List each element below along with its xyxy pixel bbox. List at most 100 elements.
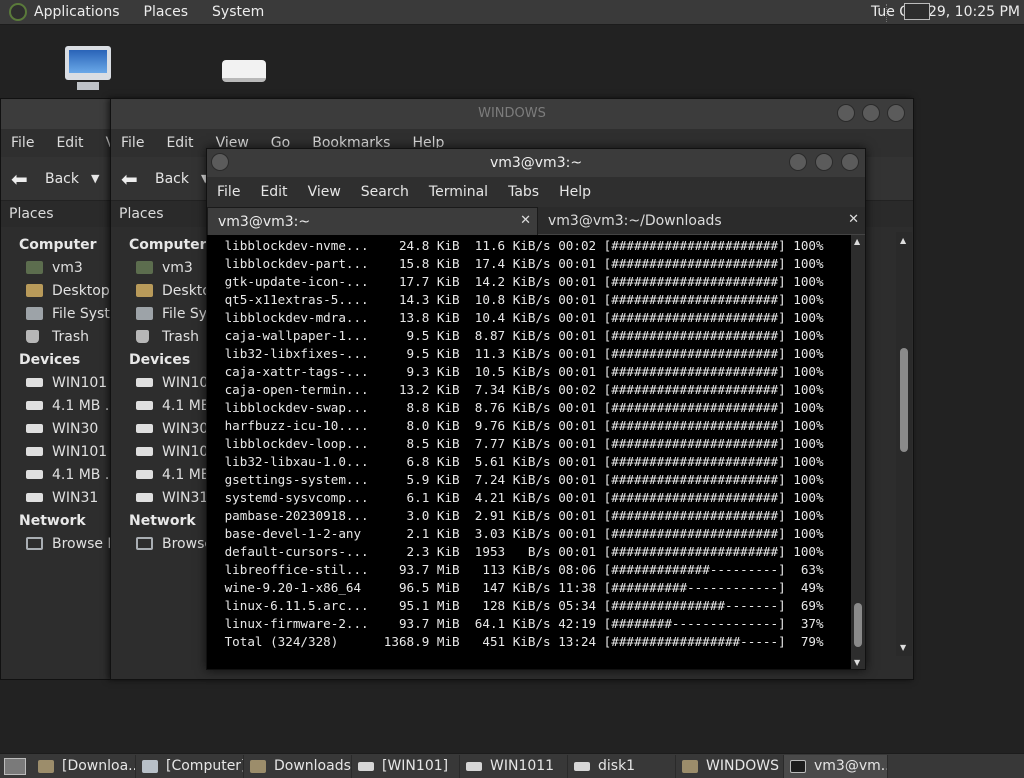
back-button[interactable]: Back <box>45 171 79 187</box>
menu-file[interactable]: File <box>121 135 144 151</box>
menu-search[interactable]: Search <box>361 184 409 200</box>
taskbar-button[interactable]: [Downloa... <box>32 754 136 778</box>
tab-downloads[interactable]: vm3@vm3:~/Downloads ✕ <box>538 207 865 235</box>
menu-edit[interactable]: Edit <box>166 135 193 151</box>
sidebar-item-label: Trash <box>52 328 89 345</box>
taskbar-button[interactable]: WIN1011 <box>460 754 568 778</box>
window-titlebar[interactable] <box>1 99 119 129</box>
menu-view[interactable]: View <box>308 184 341 200</box>
scroll-down-icon[interactable]: ▼ <box>900 643 906 652</box>
sidebar-item-device[interactable]: 4.1 MB ... <box>1 394 119 417</box>
show-desktop-button[interactable] <box>4 757 26 775</box>
sidebar-heading-computer: Computer <box>19 237 97 253</box>
taskbar-button[interactable]: WINDOWS <box>676 754 784 778</box>
drive-desktop-icon[interactable] <box>222 60 266 82</box>
sidebar-item-device[interactable]: WIN31 <box>1 486 119 509</box>
scroll-up-icon[interactable]: ▲ <box>900 236 906 245</box>
back-arrow-icon[interactable]: ⬅ <box>121 167 143 191</box>
taskbar-button-label: [WIN101] <box>382 758 449 774</box>
top-panel: Applications Places System Tue Oct 29, 1… <box>0 0 1024 25</box>
sidebar-item-device[interactable]: WIN101 <box>1 440 119 463</box>
menu-help[interactable]: Help <box>559 184 591 200</box>
terminal-line: qt5-x11extras-5.... 14.3 KiB 10.8 KiB/s … <box>217 292 824 307</box>
terminal-icon <box>790 759 806 773</box>
sidebar-item-trash[interactable]: Trash <box>1 325 119 348</box>
taskbar-button[interactable]: [WIN101] <box>352 754 460 778</box>
window-titlebar[interactable]: WINDOWS <box>111 99 913 129</box>
taskbar-button[interactable]: [Computer] <box>136 754 244 778</box>
terminal-line: libblockdev-swap... 8.8 KiB 8.76 KiB/s 0… <box>217 400 824 415</box>
menu-edit[interactable]: Edit <box>56 135 83 151</box>
menubar: File Edit Vi <box>1 129 119 157</box>
terminal-line: pambase-20230918... 3.0 KiB 2.91 KiB/s 0… <box>217 508 824 523</box>
taskbar-button[interactable]: vm3@vm... <box>784 754 888 778</box>
taskbar-button-label: [Computer] <box>166 758 244 774</box>
menu-tabs[interactable]: Tabs <box>508 184 539 200</box>
menu-edit[interactable]: Edit <box>260 184 287 200</box>
sidebar-item-label: 4.1 MB <box>162 397 211 414</box>
menu-terminal[interactable]: Terminal <box>429 184 488 200</box>
desktop-folder-icon <box>136 284 153 297</box>
taskbar-button-label: WIN1011 <box>490 758 555 774</box>
minimize-button[interactable] <box>789 153 807 171</box>
terminal-line: Total (324/328) 1368.9 MiB 451 KiB/s 13:… <box>217 634 824 649</box>
scrollbar-thumb[interactable] <box>900 348 908 452</box>
toolbar: ⬅ Back ▼ <box>1 157 119 201</box>
file-view-scrollbar[interactable]: ▲ ▼ <box>896 232 912 656</box>
terminal-titlebar[interactable]: vm3@vm3:~ <box>207 149 865 177</box>
terminal-output[interactable]: libblockdev-nvme... 24.8 KiB 11.6 KiB/s … <box>207 235 852 669</box>
menu-logo-icon[interactable] <box>9 3 27 21</box>
back-button[interactable]: Back <box>155 171 189 187</box>
close-button[interactable] <box>887 104 905 122</box>
terminal-scrollbar[interactable]: ▲ ▼ <box>851 235 865 669</box>
sidebar-item-label: Browse Network <box>52 535 119 552</box>
back-arrow-icon[interactable]: ⬅ <box>11 167 33 191</box>
close-icon[interactable]: ✕ <box>848 212 859 227</box>
scroll-down-icon[interactable]: ▼ <box>854 658 860 667</box>
file-manager-window-back: File Edit Vi ⬅ Back ▼ Places Computer vm… <box>0 98 120 680</box>
network-icon <box>26 537 43 550</box>
places-menu[interactable]: Places <box>144 4 189 20</box>
places-selector[interactable]: Places <box>1 201 119 227</box>
computer-desktop-icon[interactable] <box>63 46 111 92</box>
back-dropdown-icon[interactable]: ▼ <box>91 172 99 185</box>
scroll-up-icon[interactable]: ▲ <box>854 237 860 246</box>
sidebar-item-home[interactable]: vm3 <box>1 256 119 279</box>
sidebar-item-filesystem[interactable]: File System <box>1 302 119 325</box>
trash-icon <box>26 330 39 343</box>
window-title: WINDOWS <box>478 106 546 121</box>
system-menu[interactable]: System <box>212 4 264 20</box>
sidebar-item-label: Desktop <box>52 282 110 299</box>
applications-menu[interactable]: Applications <box>34 4 120 20</box>
terminal-tabbar: vm3@vm3:~ ✕ vm3@vm3:~/Downloads ✕ <box>207 207 865 235</box>
scrollbar-thumb[interactable] <box>854 603 862 647</box>
terminal-line: harfbuzz-icu-10.... 8.0 KiB 9.76 KiB/s 0… <box>217 418 824 433</box>
sidebar-item-label: WIN30 <box>52 420 99 437</box>
sidebar-item-desktop[interactable]: Desktop <box>1 279 119 302</box>
taskbar-button[interactable]: Downloads <box>244 754 352 778</box>
maximize-button[interactable] <box>815 153 833 171</box>
close-button[interactable] <box>841 153 859 171</box>
sidebar-item-device[interactable]: WIN30 <box>1 417 119 440</box>
terminal-line: systemd-sysvcomp... 6.1 KiB 4.21 KiB/s 0… <box>217 490 824 505</box>
menu-file[interactable]: File <box>11 135 34 151</box>
terminal-line: libblockdev-loop... 8.5 KiB 7.77 KiB/s 0… <box>217 436 824 451</box>
close-icon[interactable]: ✕ <box>520 213 531 228</box>
tab-home[interactable]: vm3@vm3:~ ✕ <box>207 207 538 235</box>
maximize-button[interactable] <box>862 104 880 122</box>
sidebar-heading-devices: Devices <box>19 352 81 368</box>
computer-icon <box>142 759 158 773</box>
terminal-line: wine-9.20-1-x86_64 96.5 MiB 147 KiB/s 11… <box>217 580 824 595</box>
sidebar-item-label: 4.1 MB <box>162 466 211 483</box>
sidebar-item-device[interactable]: 4.1 MB ... <box>1 463 119 486</box>
menu-file[interactable]: File <box>217 184 240 200</box>
drive-icon <box>136 493 153 502</box>
sidebar-item-browse-network[interactable]: Browse Network <box>1 532 119 555</box>
clock[interactable]: Tue Oct 29, 10:25 PM <box>871 4 1020 20</box>
minimize-button[interactable] <box>837 104 855 122</box>
sidebar-item-device[interactable]: WIN101 <box>1 371 119 394</box>
workspace-switcher[interactable] <box>904 3 930 20</box>
sidebar-item-label: 4.1 MB ... <box>52 466 119 483</box>
sidebar-item-label: File System <box>52 305 119 322</box>
taskbar-button[interactable]: disk1 <box>568 754 676 778</box>
